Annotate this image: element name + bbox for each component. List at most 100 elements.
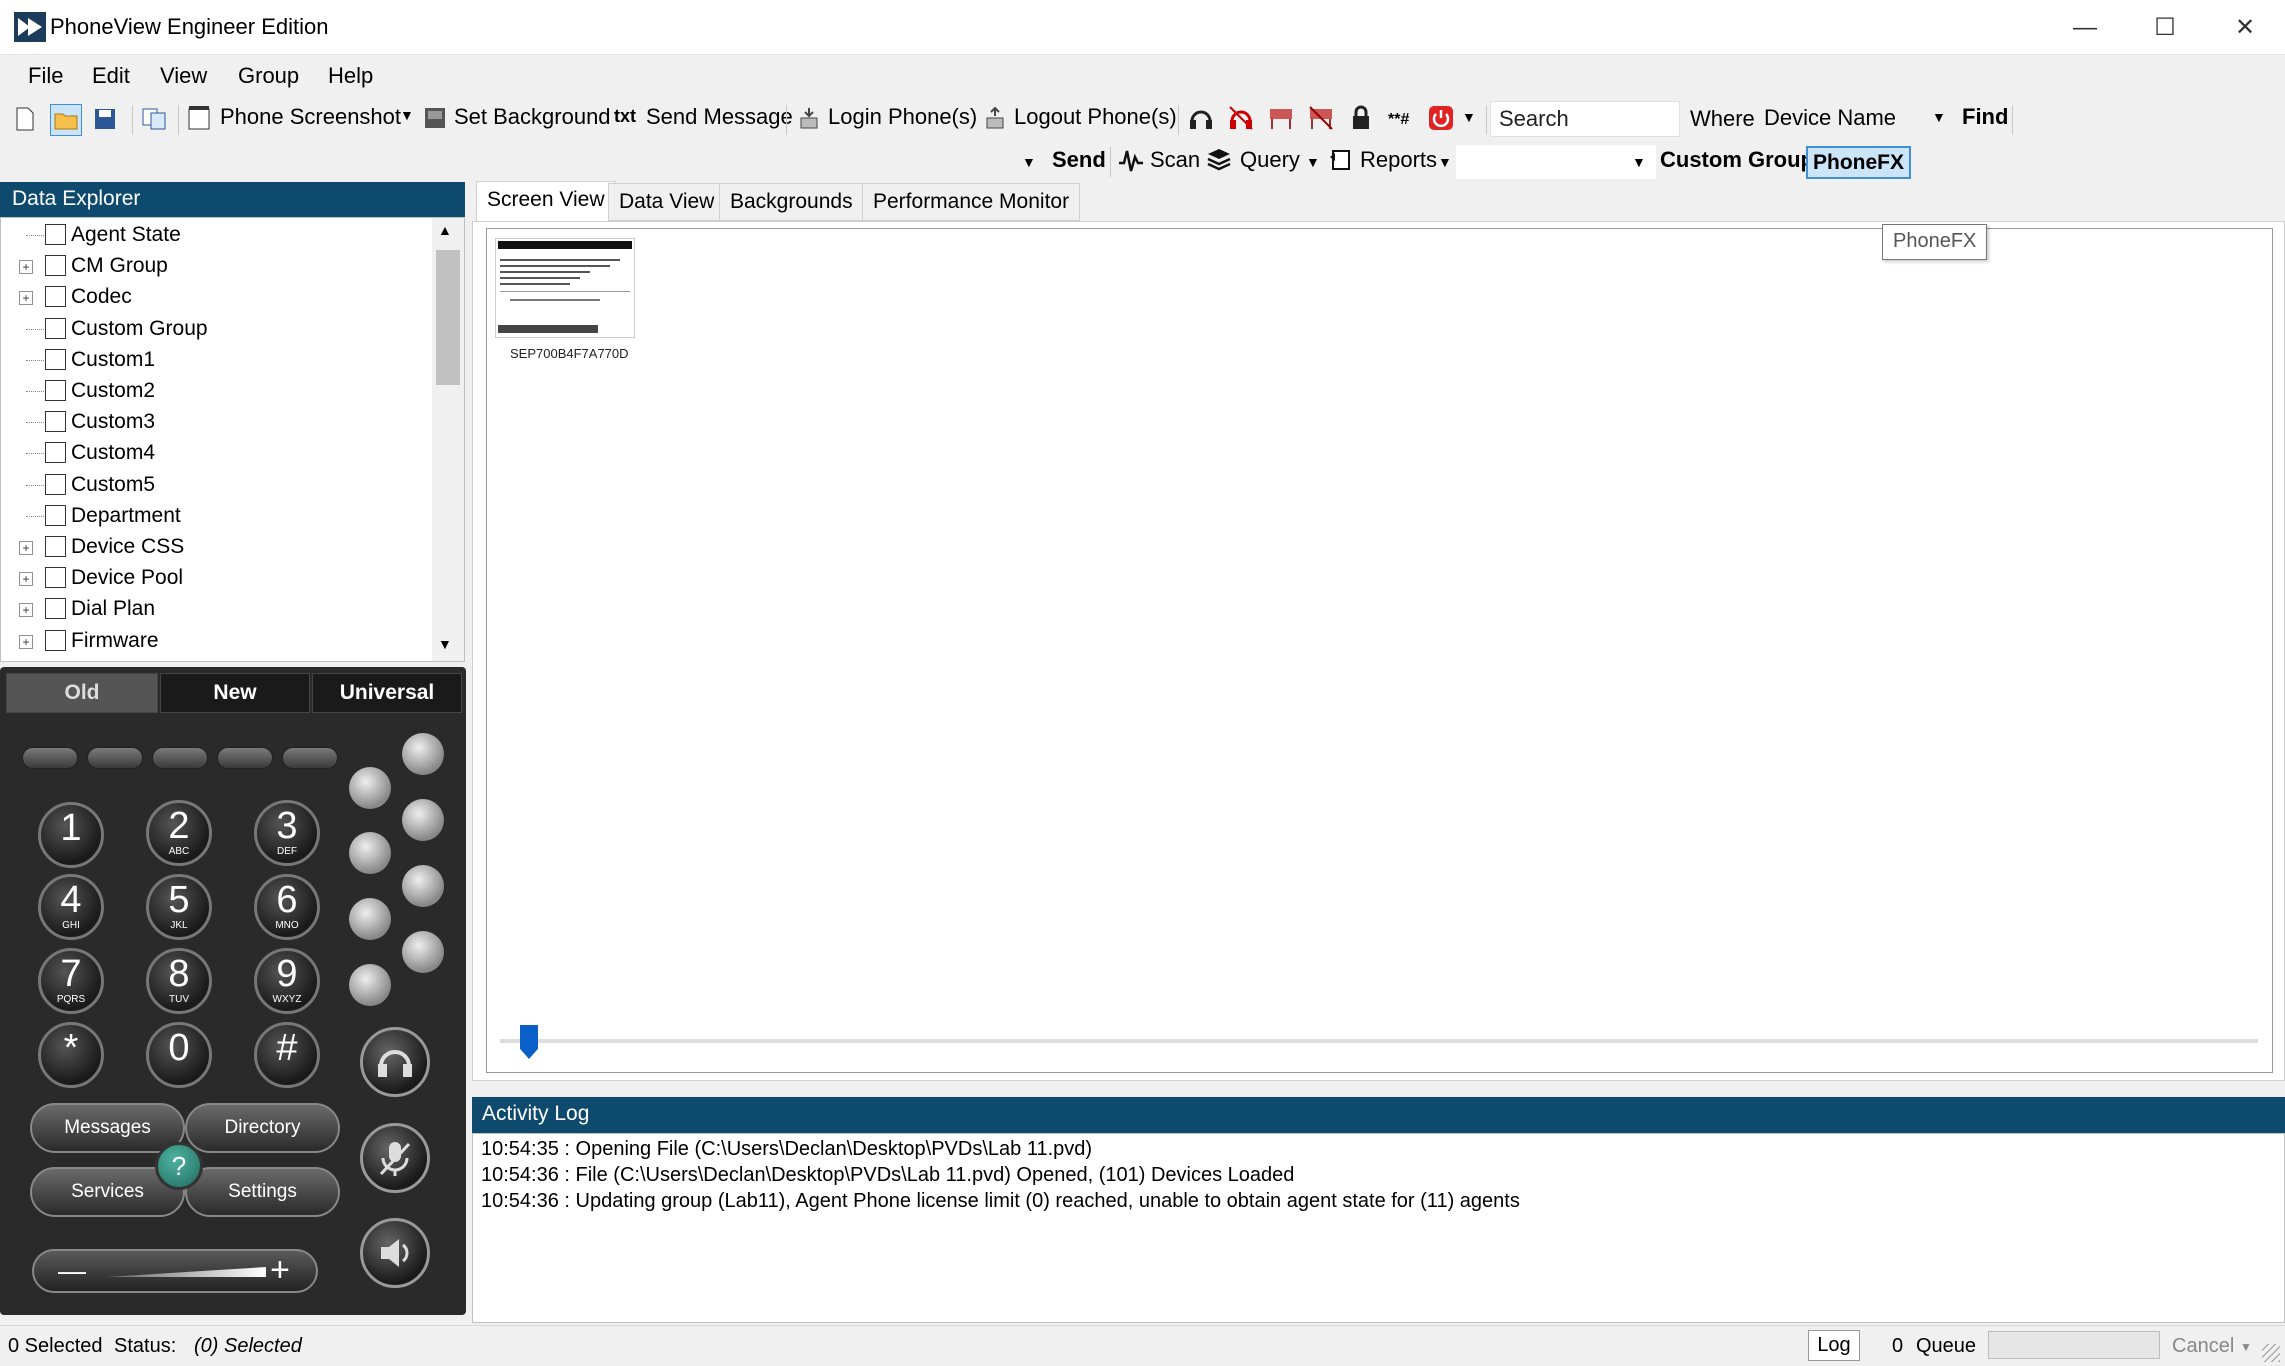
key-star[interactable]: * xyxy=(38,1022,104,1088)
tree-item[interactable]: Custom5 xyxy=(1,470,431,501)
save-icon[interactable] xyxy=(92,106,118,132)
tab-new[interactable]: New xyxy=(160,673,310,713)
line-button-5[interactable] xyxy=(402,865,444,907)
phone-screenshot-icon[interactable] xyxy=(186,105,212,131)
tab-backgrounds[interactable]: Backgrounds xyxy=(719,183,864,221)
scroll-up-icon[interactable]: ▲ xyxy=(438,222,452,238)
key-4[interactable]: 4 GHI xyxy=(38,874,104,940)
custom-group-button[interactable]: Custom Group xyxy=(1660,147,1814,173)
softkey-2[interactable] xyxy=(87,747,143,769)
menu-group[interactable]: Group xyxy=(238,63,299,89)
query-button[interactable]: Query xyxy=(1240,147,1300,173)
chevron-down-icon[interactable]: ▼ xyxy=(1306,154,1320,170)
expand-icon[interactable]: + xyxy=(19,260,33,275)
speaker-button[interactable] xyxy=(360,1218,430,1288)
key-6[interactable]: 6 MNO xyxy=(254,874,320,940)
menu-help[interactable]: Help xyxy=(328,63,373,89)
key-8[interactable]: 8 TUV xyxy=(146,948,212,1014)
softkey-3[interactable] xyxy=(152,747,208,769)
maximize-button[interactable]: ☐ xyxy=(2125,0,2205,55)
chevron-down-icon[interactable]: ▼ xyxy=(1462,109,1476,125)
headset-off-icon[interactable] xyxy=(1228,105,1254,131)
zoom-slider-track[interactable] xyxy=(500,1039,2258,1043)
key-1[interactable]: 1 xyxy=(38,802,104,868)
new-file-icon[interactable] xyxy=(12,106,38,132)
agent-state-off-icon[interactable] xyxy=(1308,105,1334,131)
tree-checkbox[interactable] xyxy=(45,504,66,526)
scan-button[interactable]: Scan xyxy=(1150,147,1200,173)
tab-performance-monitor[interactable]: Performance Monitor xyxy=(862,183,1081,221)
softkey-4[interactable] xyxy=(217,747,273,769)
open-folder-icon[interactable] xyxy=(50,104,82,136)
chevron-down-icon[interactable]: ▼ xyxy=(1632,154,1646,170)
login-phones-button[interactable]: Login Phone(s) xyxy=(828,104,977,130)
tree-checkbox[interactable] xyxy=(45,255,66,277)
tree-item[interactable]: Agent State xyxy=(1,220,431,251)
power-icon[interactable] xyxy=(1428,105,1454,131)
messages-button[interactable]: Messages xyxy=(30,1103,185,1153)
tree-checkbox[interactable] xyxy=(45,411,66,433)
tree-item[interactable]: Custom4 xyxy=(1,438,431,469)
tree-checkbox[interactable] xyxy=(45,473,66,495)
tree-item[interactable]: Department xyxy=(1,501,431,532)
send-message-button[interactable]: Send Message xyxy=(646,104,793,130)
tree-checkbox[interactable] xyxy=(45,442,66,464)
log-button[interactable]: Log xyxy=(1808,1330,1860,1361)
set-background-button[interactable]: Set Background xyxy=(454,104,611,130)
close-button[interactable]: ✕ xyxy=(2205,0,2285,55)
tree-checkbox[interactable] xyxy=(45,629,66,651)
tree-item[interactable]: Custom2 xyxy=(1,376,431,407)
scroll-down-icon[interactable]: ▼ xyxy=(438,636,452,652)
cancel-button[interactable]: Cancel xyxy=(2172,1335,2234,1358)
menu-view[interactable]: View xyxy=(160,63,207,89)
tree-checkbox[interactable] xyxy=(45,598,66,620)
tree-checkbox[interactable] xyxy=(45,224,66,245)
line-button-2[interactable] xyxy=(349,767,391,809)
tab-old[interactable]: Old xyxy=(6,673,158,713)
group-select[interactable] xyxy=(1456,145,1656,179)
settings-button[interactable]: Settings xyxy=(185,1167,340,1217)
agent-state-icon[interactable] xyxy=(1268,105,1294,131)
send-button[interactable]: Send xyxy=(1052,147,1106,173)
expand-icon[interactable]: + xyxy=(19,541,33,555)
line-button-6[interactable] xyxy=(349,898,391,940)
tree-item[interactable]: + Firmware xyxy=(1,626,431,657)
tree-item[interactable]: Custom Group xyxy=(1,314,431,345)
key-9[interactable]: 9 WXYZ xyxy=(254,948,320,1014)
menu-file[interactable]: File xyxy=(28,63,63,89)
expand-icon[interactable]: + xyxy=(19,603,33,618)
tree-checkbox[interactable] xyxy=(45,567,66,589)
tab-data-view[interactable]: Data View xyxy=(608,183,726,221)
phone-screenshot-thumbnail[interactable] xyxy=(495,238,635,338)
volume-up-button[interactable]: + xyxy=(270,1251,290,1290)
chevron-down-icon[interactable]: ▼ xyxy=(1438,154,1452,170)
menu-edit[interactable]: Edit xyxy=(92,63,130,89)
search-input[interactable]: Search xyxy=(1490,101,1680,137)
key-7[interactable]: 7 PQRS xyxy=(38,948,104,1014)
tree-checkbox[interactable] xyxy=(45,286,66,308)
key-2[interactable]: 2 ABC xyxy=(146,800,212,866)
tab-universal[interactable]: Universal xyxy=(312,673,462,713)
minimize-button[interactable]: — xyxy=(2045,0,2125,55)
asterisk-hash-icon[interactable]: **# xyxy=(1388,111,1409,129)
reports-button[interactable]: Reports xyxy=(1360,147,1437,173)
expand-icon[interactable]: + xyxy=(19,572,33,587)
key-3[interactable]: 3 DEF xyxy=(254,800,320,866)
expand-icon[interactable]: + xyxy=(19,634,33,649)
expand-icon[interactable]: + xyxy=(19,291,33,306)
copy-icon[interactable] xyxy=(142,106,168,132)
key-5[interactable]: 5 JKL xyxy=(146,874,212,940)
line-button-8[interactable] xyxy=(349,964,391,1006)
chevron-down-icon[interactable]: ▼ xyxy=(1932,109,1946,125)
tree-item[interactable]: Custom1 xyxy=(1,345,431,376)
tree-checkbox[interactable] xyxy=(45,348,66,370)
tree-checkbox[interactable] xyxy=(45,317,66,339)
find-button[interactable]: Find xyxy=(1962,104,2008,130)
softkey-1[interactable] xyxy=(22,747,78,769)
tree-item[interactable]: + Codec xyxy=(1,282,431,313)
lock-icon[interactable] xyxy=(1348,105,1374,131)
tree-item[interactable]: + Dial Plan xyxy=(1,594,431,625)
directory-button[interactable]: Directory xyxy=(185,1103,340,1153)
mute-button[interactable] xyxy=(360,1123,430,1193)
volume-down-button[interactable]: — xyxy=(58,1255,86,1287)
